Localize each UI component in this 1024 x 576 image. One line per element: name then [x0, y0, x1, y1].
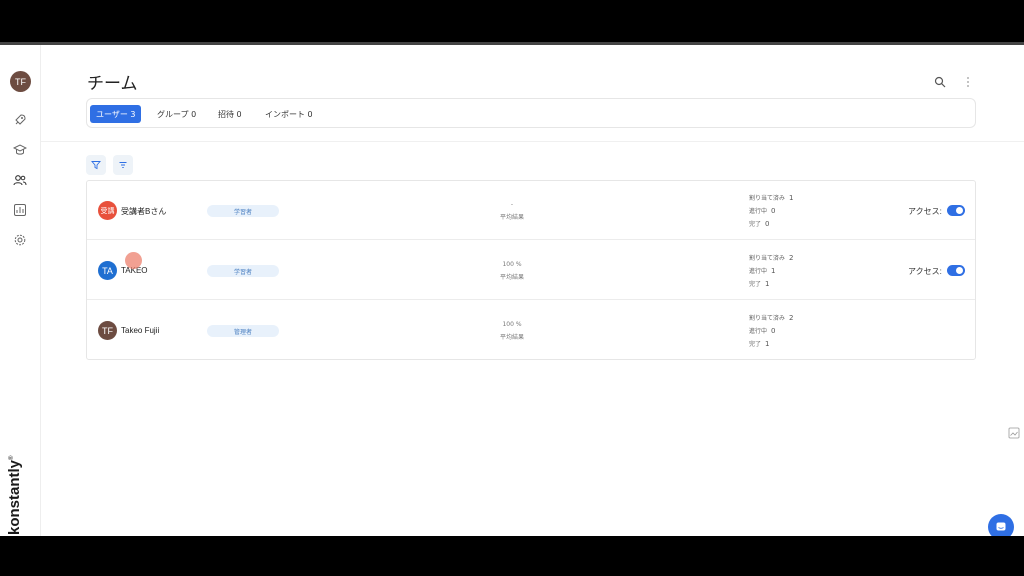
assigned-stat: 割り当て済み 2	[749, 253, 793, 262]
access-toggle[interactable]	[947, 265, 965, 276]
more-vertical-icon[interactable]	[961, 75, 975, 89]
completed-stat: 完了 1	[749, 279, 769, 288]
brand-name: konstantly	[6, 459, 23, 535]
user-name[interactable]: 受講者Bさん	[121, 206, 166, 217]
brand-registered-mark: ®	[9, 455, 15, 460]
in-progress-count: 0	[771, 327, 776, 335]
completed-label: 完了	[749, 281, 762, 288]
assigned-label: 割り当て済み	[749, 195, 786, 202]
average-result-label: 平均結果	[499, 334, 524, 341]
completed-stat: 完了 0	[749, 219, 769, 228]
table-row[interactable]: 受講 受講者Bさん 学習者 - 平均結果 割り当て済み 1 進行中 0 完了 0 アク…	[87, 181, 975, 240]
role-badge: 学習者	[207, 205, 279, 217]
completed-label: 完了	[749, 221, 762, 228]
row-avatar: 受講	[98, 201, 117, 220]
access-label: アクセス:	[908, 207, 942, 216]
completed-count: 0	[765, 220, 770, 228]
completed-stat: 完了 1	[749, 339, 769, 348]
in-progress-label: 進行中	[749, 328, 768, 335]
completed-count: 1	[765, 340, 770, 348]
assigned-stat: 割り当て済み 2	[749, 313, 793, 322]
in-progress-count: 0	[771, 207, 776, 215]
graduation-cap-icon[interactable]	[13, 143, 27, 157]
completed-label: 完了	[749, 341, 762, 348]
in-progress-label: 進行中	[749, 208, 768, 215]
page-title: チーム	[87, 74, 138, 94]
role-badge: 学習者	[207, 265, 279, 277]
assigned-label: 割り当て済み	[749, 315, 786, 322]
in-progress-stat: 進行中 0	[749, 326, 775, 335]
in-progress-stat: 進行中 0	[749, 206, 775, 215]
settings-gear-icon[interactable]	[13, 233, 27, 247]
assigned-label: 割り当て済み	[749, 255, 786, 262]
in-progress-count: 1	[771, 267, 776, 275]
sort-lines-icon	[119, 162, 127, 168]
role-badge: 管理者	[207, 325, 279, 337]
average-result-value: 100 %	[502, 261, 522, 268]
image-edge-icon[interactable]	[1008, 427, 1020, 439]
screen-top-bar	[0, 0, 1024, 45]
tab-groups[interactable]: グループ 0	[151, 105, 202, 123]
average-result-value: 100 %	[502, 321, 522, 328]
header-divider	[41, 141, 1024, 142]
tab-users[interactable]: ユーザー 3	[90, 105, 142, 123]
access-toggle[interactable]	[947, 205, 965, 216]
tab-invitations[interactable]: 招待 0	[212, 105, 248, 123]
access-label: アクセス:	[908, 267, 942, 276]
chat-support-button[interactable]	[988, 514, 1014, 536]
app-window: TF konstantly® チーム ユーザー 3 グループ 0 招待 0 イン…	[0, 45, 1024, 536]
tabs-bar: ユーザー 3 グループ 0 招待 0 インポート 0	[86, 98, 976, 128]
rocket-icon[interactable]	[13, 113, 27, 127]
row-avatar: TA	[98, 261, 117, 280]
assigned-count: 2	[789, 314, 794, 322]
tab-import[interactable]: インポート 0	[259, 105, 319, 123]
row-avatar: TF	[98, 321, 117, 340]
completed-count: 1	[765, 280, 770, 288]
assigned-count: 2	[789, 254, 794, 262]
table-row[interactable]: TF Takeo Fujii 管理者 100 % 平均結果 割り当て済み 2 進行…	[87, 301, 975, 360]
sidebar: TF konstantly®	[0, 45, 41, 536]
average-result-label: 平均結果	[499, 214, 524, 221]
filter-button[interactable]	[86, 155, 106, 175]
assigned-stat: 割り当て済み 1	[749, 193, 793, 202]
search-icon[interactable]	[933, 75, 947, 89]
assigned-count: 1	[789, 194, 794, 202]
user-list: 受講 受講者Bさん 学習者 - 平均結果 割り当て済み 1 進行中 0 完了 0 アク…	[86, 180, 976, 360]
in-progress-label: 進行中	[749, 268, 768, 275]
screen-bottom-bar	[0, 536, 1024, 576]
average-result-label: 平均結果	[499, 274, 524, 281]
mouse-cursor-highlight	[125, 252, 142, 269]
users-icon[interactable]	[13, 173, 27, 187]
reports-icon[interactable]	[13, 203, 27, 217]
filter-funnel-icon	[91, 161, 101, 170]
chat-bubble-icon	[996, 522, 1006, 531]
table-row[interactable]: TA TAKEO 学習者 100 % 平均結果 割り当て済み 2 進行中 1 完了 1…	[87, 241, 975, 300]
user-name[interactable]: Takeo Fujii	[121, 326, 159, 335]
brand-logo: konstantly®	[6, 456, 23, 535]
user-avatar[interactable]: TF	[10, 71, 31, 92]
sort-button[interactable]	[113, 155, 133, 175]
average-result-value: -	[510, 201, 514, 208]
in-progress-stat: 進行中 1	[749, 266, 775, 275]
